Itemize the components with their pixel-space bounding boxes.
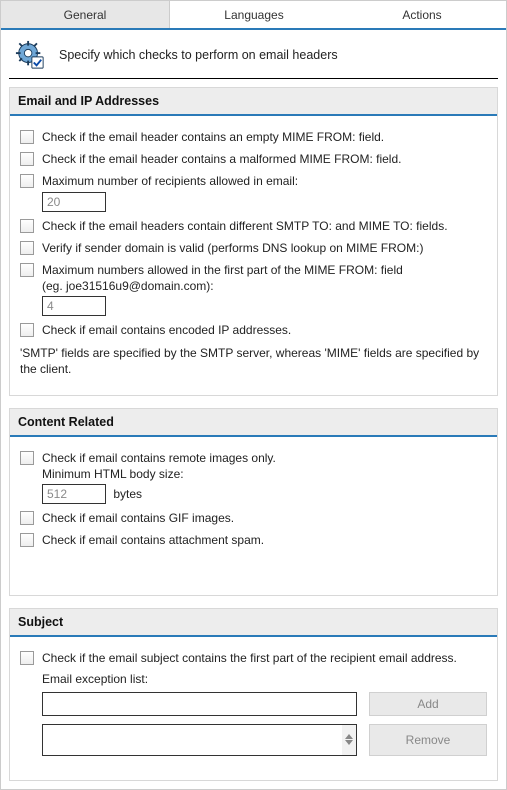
checkbox-different-to-fields[interactable]	[20, 219, 34, 233]
label-remote-images: Check if email contains remote images on…	[42, 450, 487, 504]
tabs-bar: General Languages Actions	[1, 1, 506, 30]
label-min-html-size: Minimum HTML body size:	[42, 467, 184, 481]
panel-content-related: Content Related Check if email contains …	[9, 408, 498, 596]
input-min-html-size[interactable]	[42, 484, 106, 504]
label-max-recipients-text: Maximum number of recipients allowed in …	[42, 174, 298, 188]
label-subject-recipient: Check if the email subject contains the …	[42, 650, 487, 666]
tab-languages[interactable]: Languages	[170, 1, 338, 28]
panel-content-title: Content Related	[10, 409, 497, 437]
checkbox-verify-sender-domain[interactable]	[20, 241, 34, 255]
checkbox-gif-images[interactable]	[20, 511, 34, 525]
label-malformed-mime-from: Check if the email header contains a mal…	[42, 151, 487, 167]
input-exception-email[interactable]	[42, 692, 357, 716]
label-verify-sender-domain: Verify if sender domain is valid (perfor…	[42, 240, 487, 256]
gear-check-icon	[15, 40, 45, 70]
panel-subject-title: Subject	[10, 609, 497, 637]
input-max-numbers[interactable]	[42, 296, 106, 316]
exception-listbox[interactable]	[42, 724, 357, 756]
checkbox-max-numbers-mime-from[interactable]	[20, 263, 34, 277]
note-smtp-mime: 'SMTP' fields are specified by the SMTP …	[20, 345, 487, 377]
intro-text: Specify which checks to perform on email…	[59, 48, 338, 62]
panel-email-ip-title: Email and IP Addresses	[10, 88, 497, 116]
label-max-numbers-mime-from: Maximum numbers allowed in the first par…	[42, 262, 487, 316]
checkbox-max-recipients[interactable]	[20, 174, 34, 188]
tab-actions[interactable]: Actions	[338, 1, 506, 28]
label-attachment-spam: Check if email contains attachment spam.	[42, 532, 487, 548]
label-max-numbers-line1: Maximum numbers allowed in the first par…	[42, 263, 403, 277]
label-exception-list: Email exception list:	[42, 672, 487, 686]
label-max-recipients: Maximum number of recipients allowed in …	[42, 173, 487, 211]
input-max-recipients[interactable]	[42, 192, 106, 212]
panel-email-ip: Email and IP Addresses Check if the emai…	[9, 87, 498, 396]
tab-general[interactable]: General	[1, 1, 170, 28]
checkbox-malformed-mime-from[interactable]	[20, 152, 34, 166]
add-button[interactable]: Add	[369, 692, 487, 716]
label-different-to-fields: Check if the email headers contain diffe…	[42, 218, 487, 234]
label-max-numbers-line2: (eg. joe31516u9@domain.com):	[42, 279, 214, 293]
label-remote-images-text: Check if email contains remote images on…	[42, 451, 276, 465]
checkbox-encoded-ip[interactable]	[20, 323, 34, 337]
checkbox-remote-images[interactable]	[20, 451, 34, 465]
label-empty-mime-from: Check if the email header contains an em…	[42, 129, 487, 145]
label-bytes-unit: bytes	[113, 487, 142, 501]
listbox-scrollbar[interactable]	[342, 725, 356, 755]
checkbox-subject-recipient[interactable]	[20, 651, 34, 665]
settings-window: General Languages Actions Specify whi	[0, 0, 507, 790]
scroll-down-icon	[345, 740, 353, 745]
intro-row: Specify which checks to perform on email…	[1, 30, 506, 78]
label-encoded-ip: Check if email contains encoded IP addre…	[42, 322, 487, 338]
panel-subject: Subject Check if the email subject conta…	[9, 608, 498, 781]
checkbox-attachment-spam[interactable]	[20, 533, 34, 547]
label-gif-images: Check if email contains GIF images.	[42, 510, 487, 526]
checkbox-empty-mime-from[interactable]	[20, 130, 34, 144]
scroll-up-icon	[345, 734, 353, 739]
intro-divider	[9, 78, 498, 79]
remove-button[interactable]: Remove	[369, 724, 487, 756]
